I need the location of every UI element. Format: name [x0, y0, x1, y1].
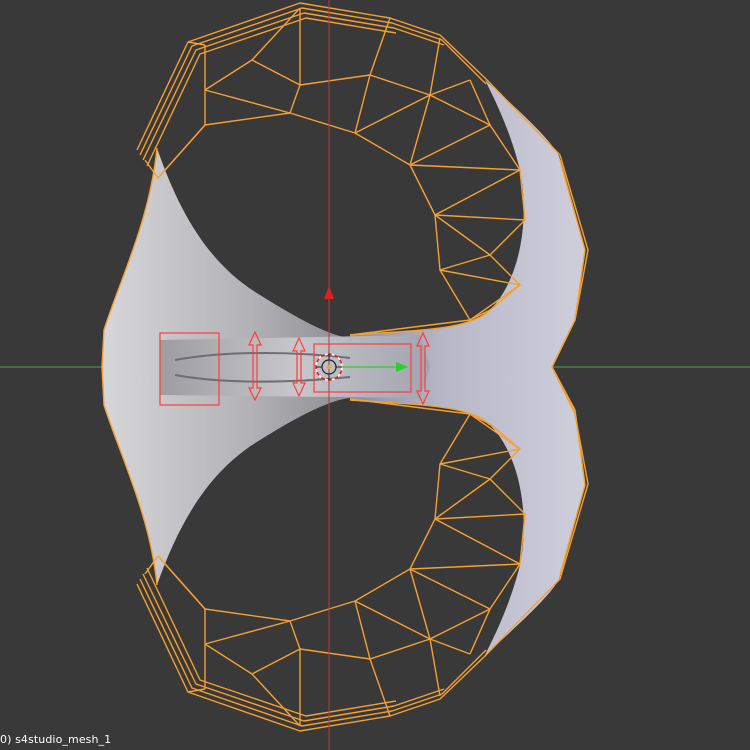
3d-cursor-icon[interactable] — [315, 353, 343, 381]
active-object-label: 0) s4studio_mesh_1 — [0, 733, 112, 746]
viewport-canvas[interactable] — [0, 0, 750, 750]
arrow-up-icon[interactable] — [324, 286, 334, 299]
3d-viewport[interactable]: 0) s4studio_mesh_1 — [0, 0, 750, 750]
mesh-surface-right-upper — [350, 80, 585, 367]
mesh-surface-right-lower — [350, 367, 585, 655]
